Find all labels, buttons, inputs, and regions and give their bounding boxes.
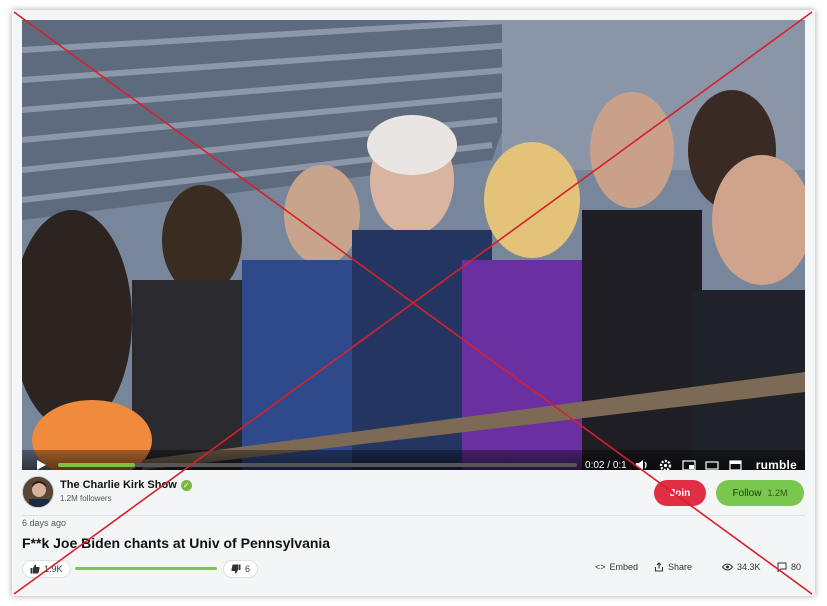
video-actions: 1.9K 6 <> Embed Share 34.3K 80	[22, 560, 805, 580]
thumbs-down-icon	[231, 564, 241, 574]
embed-button[interactable]: <> Embed	[595, 562, 638, 572]
share-icon	[654, 562, 664, 572]
eye-icon	[722, 563, 733, 571]
dislike-button[interactable]: 6	[223, 560, 259, 578]
page-frame: 0:02 / 0:15 rumble The Charlie Kirk	[12, 10, 815, 596]
picture-in-picture-icon[interactable]	[677, 455, 701, 470]
play-icon[interactable]	[30, 455, 52, 470]
like-count: 1.9K	[44, 564, 63, 574]
channel-name-link[interactable]: The Charlie Kirk Show ✓	[60, 479, 192, 491]
channel-name: The Charlie Kirk Show	[60, 479, 177, 491]
time-display: 0:02 / 0:15	[585, 459, 627, 471]
channel-row: The Charlie Kirk Show ✓ 1.2M followers J…	[22, 476, 805, 512]
rumble-logo[interactable]: rumble	[756, 458, 797, 470]
embed-label: Embed	[609, 562, 639, 572]
fullscreen-icon[interactable]	[724, 455, 748, 470]
progress-bar[interactable]	[57, 463, 578, 467]
comment-count: 80	[791, 562, 802, 572]
follow-label: Follow	[732, 487, 762, 499]
player-controls: 0:02 / 0:15 rumble	[22, 450, 805, 470]
view-count: 34.3K	[737, 562, 761, 572]
divider	[22, 515, 805, 516]
share-label: Share	[668, 562, 693, 572]
video-player[interactable]: 0:02 / 0:15 rumble	[22, 20, 805, 470]
comment-icon	[777, 562, 787, 572]
like-button[interactable]: 1.9K	[22, 560, 71, 578]
dislike-count: 6	[245, 564, 251, 574]
verified-icon: ✓	[180, 479, 192, 491]
embed-icon: <>	[595, 562, 606, 572]
thumbs-up-icon	[30, 564, 40, 574]
video-frame-image	[22, 20, 805, 470]
settings-icon[interactable]	[654, 455, 678, 470]
channel-followers: 1.2M followers	[60, 494, 112, 503]
progress-fill	[57, 463, 136, 467]
follow-count: 1.2M	[767, 488, 788, 498]
posted-date: 6 days ago	[22, 518, 67, 528]
channel-avatar[interactable]	[22, 476, 54, 508]
share-button[interactable]: Share	[654, 562, 692, 572]
theater-mode-icon[interactable]	[701, 455, 725, 470]
volume-icon[interactable]	[630, 455, 654, 470]
comments-button[interactable]: 80	[777, 562, 801, 572]
video-title: F**k Joe Biden chants at Univ of Pennsyl…	[22, 535, 331, 551]
follow-button[interactable]: Follow 1.2M	[716, 480, 804, 506]
join-button[interactable]: Join	[654, 480, 706, 506]
like-ratio-bar	[75, 567, 217, 570]
views-indicator: 34.3K	[722, 562, 761, 572]
